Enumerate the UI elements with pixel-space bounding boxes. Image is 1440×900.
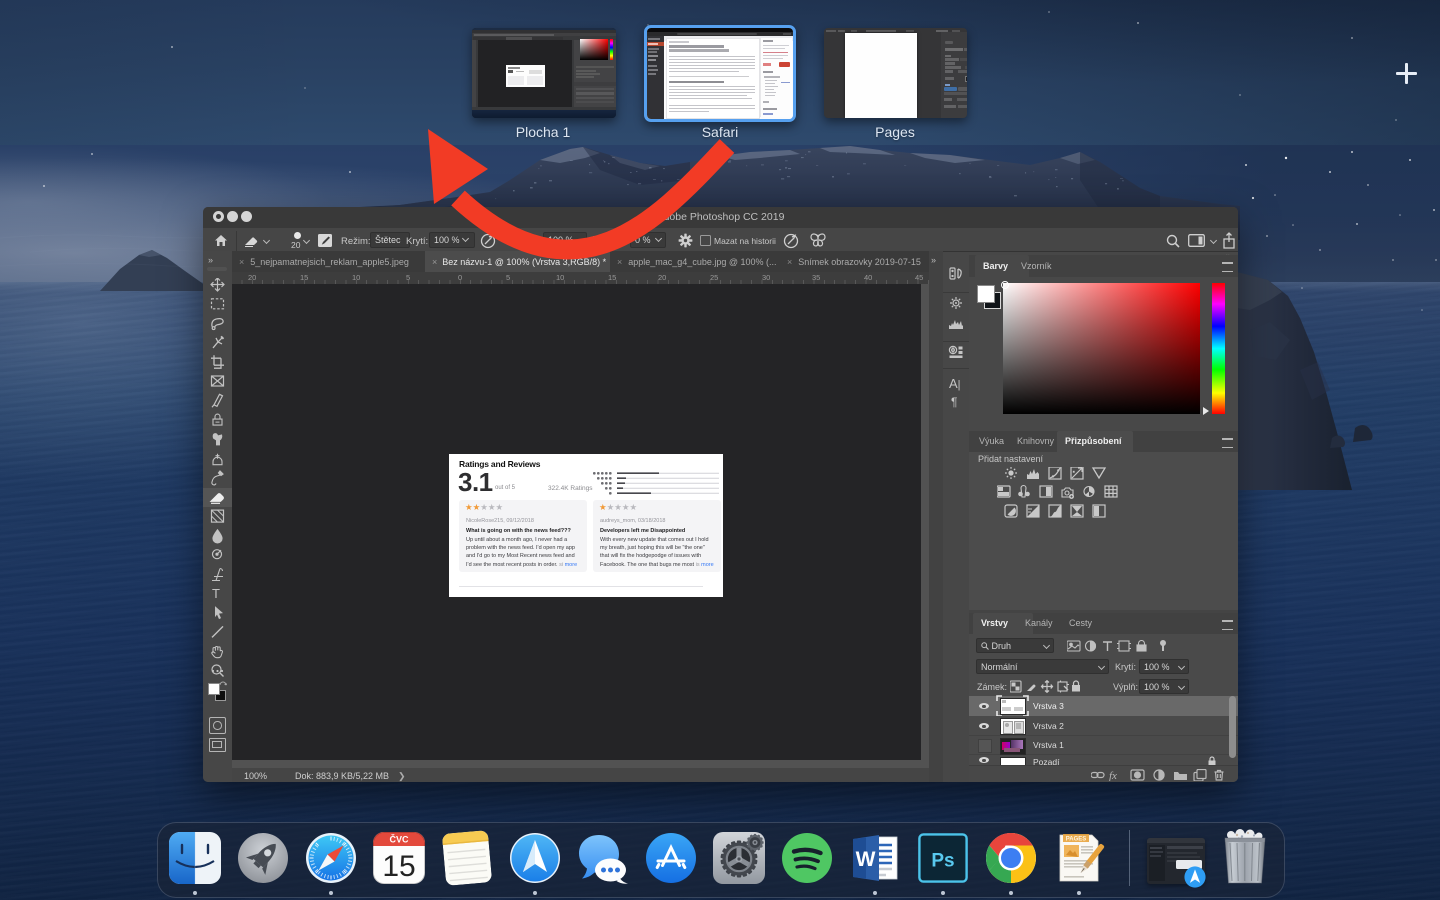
svg-text:ČVC: ČVC bbox=[389, 834, 409, 845]
svg-text:15: 15 bbox=[382, 850, 415, 883]
svg-text:W: W bbox=[856, 848, 876, 871]
svg-text:Ps: Ps bbox=[931, 851, 954, 872]
svg-text:PAGES: PAGES bbox=[1066, 837, 1087, 843]
